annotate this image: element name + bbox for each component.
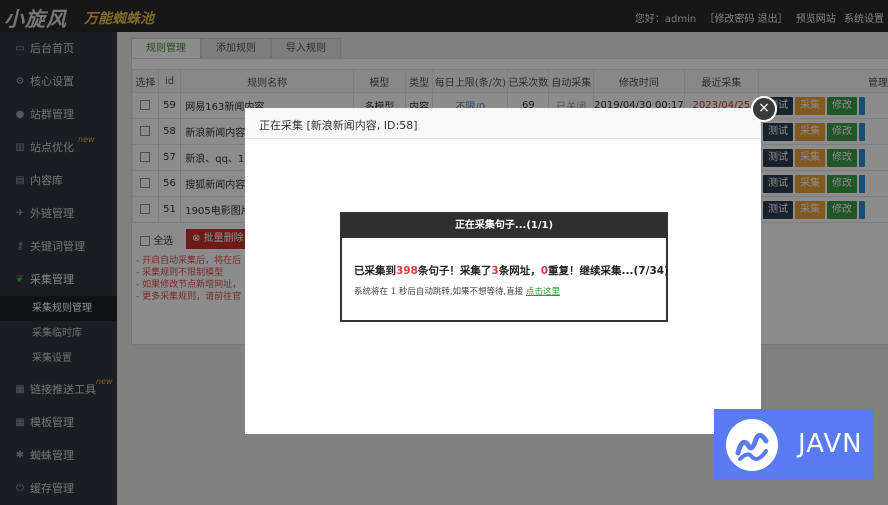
watermark-text: JAVN	[798, 429, 863, 459]
progress-message: 已采集到398条句子！采集了3条网址，0重复！继续采集...(7/34)	[354, 265, 669, 277]
close-icon[interactable]: ×	[751, 96, 777, 122]
redirect-message: 系统将在 1 秒后自动跳转,如果不想等待,直接 点击这里	[354, 287, 560, 297]
progress-dialog: 正在采集句子...(1/1) 已采集到398条句子！采集了3条网址，0重复！继续…	[340, 212, 669, 322]
click-here-link[interactable]: 点击这里	[526, 287, 560, 297]
modal-header: 正在采集 [新浪新闻内容, ID:58]	[245, 108, 761, 139]
watermark: JAVN	[714, 409, 874, 479]
progress-title: 正在采集句子...(1/1)	[342, 214, 666, 238]
watermark-logo-icon	[726, 419, 778, 471]
modal-title: 正在采集 [新浪新闻内容, ID:58]	[259, 119, 418, 132]
